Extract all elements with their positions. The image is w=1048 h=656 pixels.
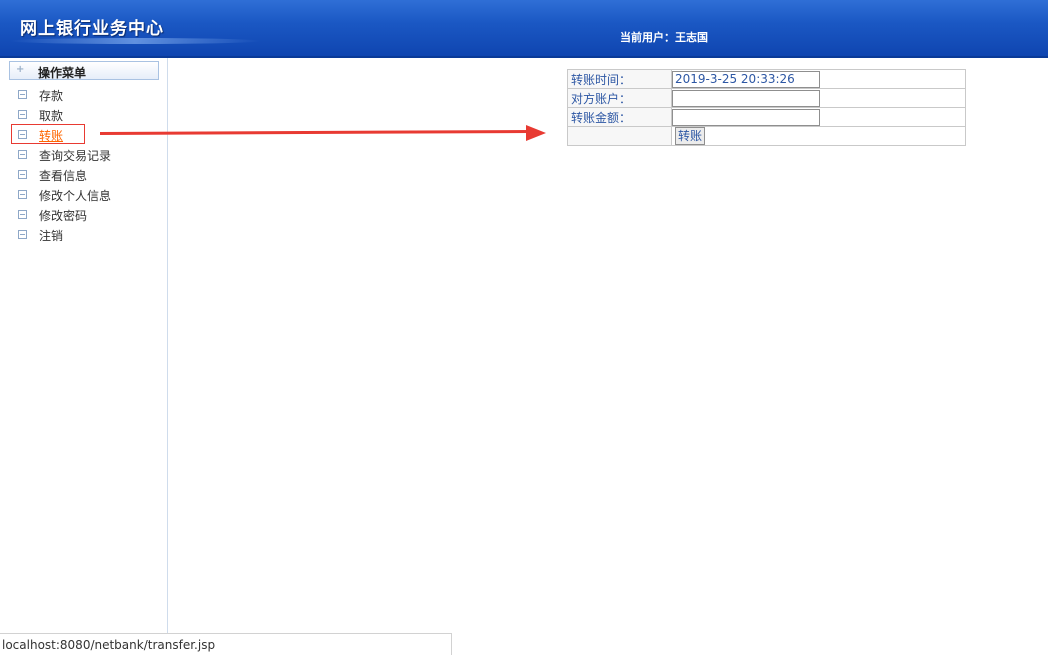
collapse-box-icon	[18, 230, 27, 239]
sidebar-item-edit-profile[interactable]: 修改个人信息	[18, 187, 111, 205]
transfer-submit-button[interactable]: 转账	[675, 127, 706, 145]
transfer-time-cell	[671, 69, 966, 89]
target-account-cell	[671, 88, 966, 108]
sidebar-item-change-password[interactable]: 修改密码	[18, 207, 87, 225]
transfer-time-field[interactable]	[672, 70, 820, 88]
sidebar-item-label: 查看信息	[39, 169, 88, 183]
menu-header-label: 操作菜单	[38, 66, 87, 80]
table-row: 对方账户：	[567, 88, 966, 108]
sidebar-item-logout[interactable]: 注销	[18, 227, 63, 245]
sidebar-item-view-info[interactable]: 查看信息	[18, 167, 87, 185]
target-account-label: 对方账户：	[567, 88, 672, 108]
sidebar-item-transaction-records[interactable]: 查询交易记录	[18, 147, 111, 165]
transfer-amount-input[interactable]	[672, 108, 820, 126]
table-row: 转账	[567, 126, 966, 146]
transfer-amount-label: 转账金额：	[567, 107, 672, 127]
collapse-box-icon	[18, 150, 27, 159]
transfer-amount-cell	[671, 107, 966, 127]
collapse-box-icon	[18, 90, 27, 99]
annotation-arrow-line	[99, 129, 531, 135]
sidebar-item-deposit[interactable]: 存款	[18, 87, 63, 105]
target-account-input[interactable]	[672, 89, 820, 107]
annotation-arrow-head-icon	[526, 125, 546, 141]
current-user-label: 当前用户：王志国	[620, 31, 708, 44]
sidebar-item-withdraw[interactable]: 取款	[18, 107, 63, 125]
top-banner: 网上银行业务中心 当前用户：王志国	[0, 0, 1048, 58]
collapse-box-icon	[18, 210, 27, 219]
submit-cell: 转账	[671, 126, 966, 146]
sidebar-menu: + 操作菜单 存款 取款 转账 查询交易记录 查看信息 修改个人信息 修改密码 …	[0, 58, 168, 633]
table-row: 转账时间：	[567, 69, 966, 89]
app-title: 网上银行业务中心	[20, 19, 164, 39]
sidebar-item-label: 存款	[39, 89, 64, 103]
collapse-box-icon	[18, 170, 27, 179]
plus-icon: +	[16, 64, 25, 75]
menu-header[interactable]: + 操作菜单	[9, 61, 159, 80]
collapse-box-icon	[18, 190, 27, 199]
sidebar-item-label: 查询交易记录	[39, 149, 112, 163]
status-url: localhost:8080/netbank/transfer.jsp	[2, 638, 216, 652]
collapse-box-icon	[18, 110, 27, 119]
empty-cell	[567, 126, 672, 146]
sidebar-item-label: 修改密码	[39, 209, 88, 223]
sidebar-item-label: 修改个人信息	[39, 189, 112, 203]
browser-status-bar: localhost:8080/netbank/transfer.jsp	[0, 633, 452, 655]
banner-swoosh-decoration	[10, 38, 260, 44]
annotation-highlight-box	[11, 124, 85, 144]
transfer-form-table: 转账时间： 对方账户： 转账金额： 转账	[567, 69, 966, 146]
table-row: 转账金额：	[567, 107, 966, 127]
sidebar-item-label: 注销	[39, 229, 64, 243]
sidebar-item-label: 取款	[39, 109, 64, 123]
transfer-time-label: 转账时间：	[567, 69, 672, 89]
